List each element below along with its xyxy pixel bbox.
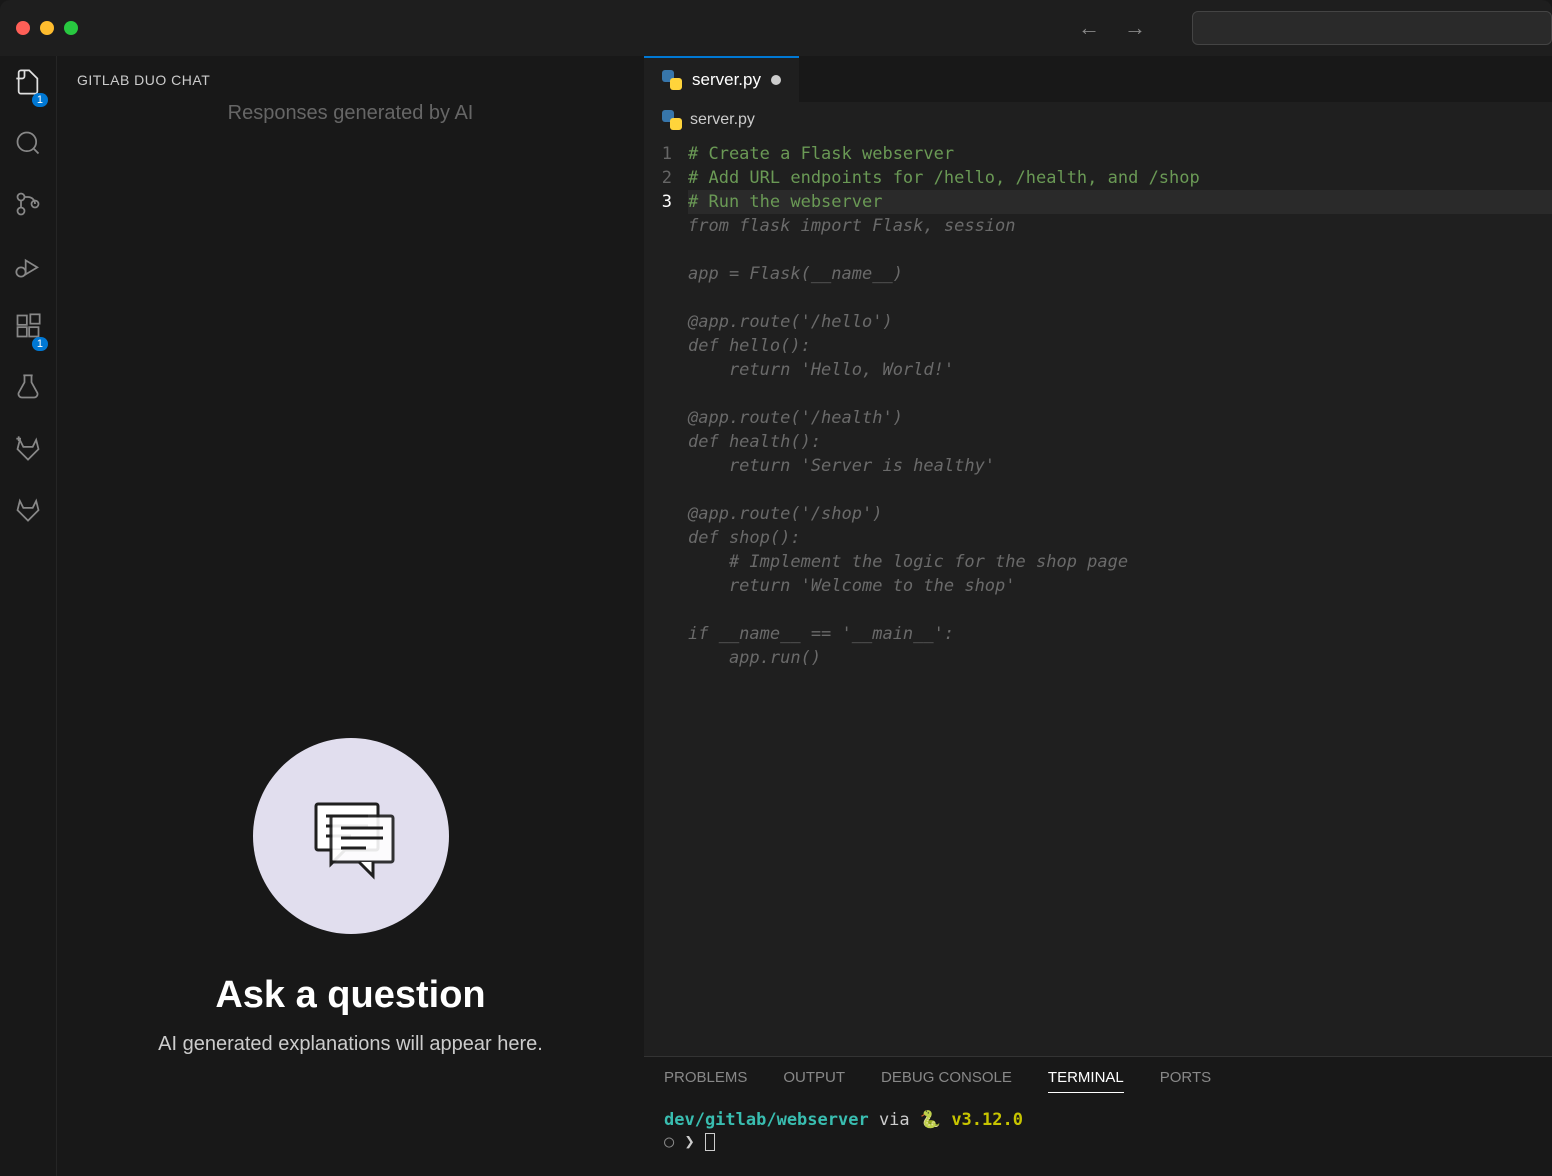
source-control-icon[interactable]	[14, 190, 42, 223]
run-debug-icon[interactable]	[14, 251, 42, 284]
terminal-via: via	[869, 1110, 920, 1130]
editor-tabbar: server.py	[644, 56, 1552, 102]
panel-tabs: PROBLEMS OUTPUT DEBUG CONSOLE TERMINAL P…	[644, 1057, 1552, 1093]
tab-problems[interactable]: PROBLEMS	[664, 1069, 747, 1093]
python-file-icon	[662, 70, 682, 90]
activity-bar: 1 1	[0, 56, 56, 1176]
explorer-icon[interactable]: 1	[14, 68, 42, 101]
chat-empty-state: Ask a question AI generated explanations…	[57, 125, 644, 1176]
explorer-badge: 1	[32, 93, 48, 107]
back-button[interactable]: ←	[1078, 15, 1100, 41]
line-number-gutter: 123	[644, 142, 688, 1052]
terminal-cursor	[705, 1133, 715, 1151]
window-controls	[16, 21, 78, 35]
chat-empty-icon	[253, 738, 449, 934]
python-file-icon	[662, 110, 682, 130]
extensions-badge: 1	[32, 337, 48, 351]
bottom-panel: PROBLEMS OUTPUT DEBUG CONSOLE TERMINAL P…	[644, 1056, 1552, 1176]
chat-panel-title: GITLAB DUO CHAT	[57, 56, 644, 98]
gitlab-icon[interactable]	[14, 495, 42, 528]
maximize-window-button[interactable]	[64, 21, 78, 35]
chat-empty-subtitle: AI generated explanations will appear he…	[158, 1033, 543, 1056]
editor-tab-server-py[interactable]: server.py	[644, 56, 799, 102]
testing-icon[interactable]	[14, 373, 42, 406]
gitlab-duo-icon[interactable]	[14, 434, 42, 467]
search-icon[interactable]	[14, 129, 42, 162]
extensions-icon[interactable]: 1	[14, 312, 42, 345]
python-snake-icon: 🐍	[920, 1110, 941, 1130]
chat-panel-subheader: Responses generated by AI	[57, 102, 644, 125]
editor-group: server.py server.py 123 # Create a Flask…	[644, 56, 1552, 1176]
terminal-prompt-chevron: ❯	[685, 1132, 695, 1152]
nav-arrows: ← →	[1078, 15, 1146, 41]
terminal-python-version: v3.12.0	[951, 1110, 1023, 1130]
close-window-button[interactable]	[16, 21, 30, 35]
minimize-window-button[interactable]	[40, 21, 54, 35]
code-editor[interactable]: 123 # Create a Flask webserver# Add URL …	[644, 138, 1552, 1056]
tab-terminal[interactable]: TERMINAL	[1048, 1069, 1124, 1093]
terminal-prompt-circle: ○	[664, 1132, 674, 1152]
tab-output[interactable]: OUTPUT	[783, 1069, 845, 1093]
gitlab-duo-chat-panel: GITLAB DUO CHAT Responses generated by A…	[56, 56, 644, 1176]
forward-button[interactable]: →	[1124, 15, 1146, 41]
titlebar: ← →	[0, 0, 1552, 56]
tab-dirty-indicator	[771, 75, 781, 85]
tab-ports[interactable]: PORTS	[1160, 1069, 1211, 1093]
breadcrumb-file: server.py	[690, 111, 755, 129]
tab-label: server.py	[692, 70, 761, 90]
terminal-cwd: dev/gitlab/webserver	[664, 1110, 869, 1130]
breadcrumb[interactable]: server.py	[644, 102, 1552, 138]
terminal[interactable]: dev/gitlab/webserver via 🐍 v3.12.0 ○ ❯	[644, 1093, 1552, 1169]
chat-empty-title: Ask a question	[215, 974, 485, 1017]
code-content[interactable]: # Create a Flask webserver# Add URL endp…	[688, 142, 1552, 1052]
tab-debug-console[interactable]: DEBUG CONSOLE	[881, 1069, 1012, 1093]
command-center-search[interactable]	[1192, 11, 1552, 45]
